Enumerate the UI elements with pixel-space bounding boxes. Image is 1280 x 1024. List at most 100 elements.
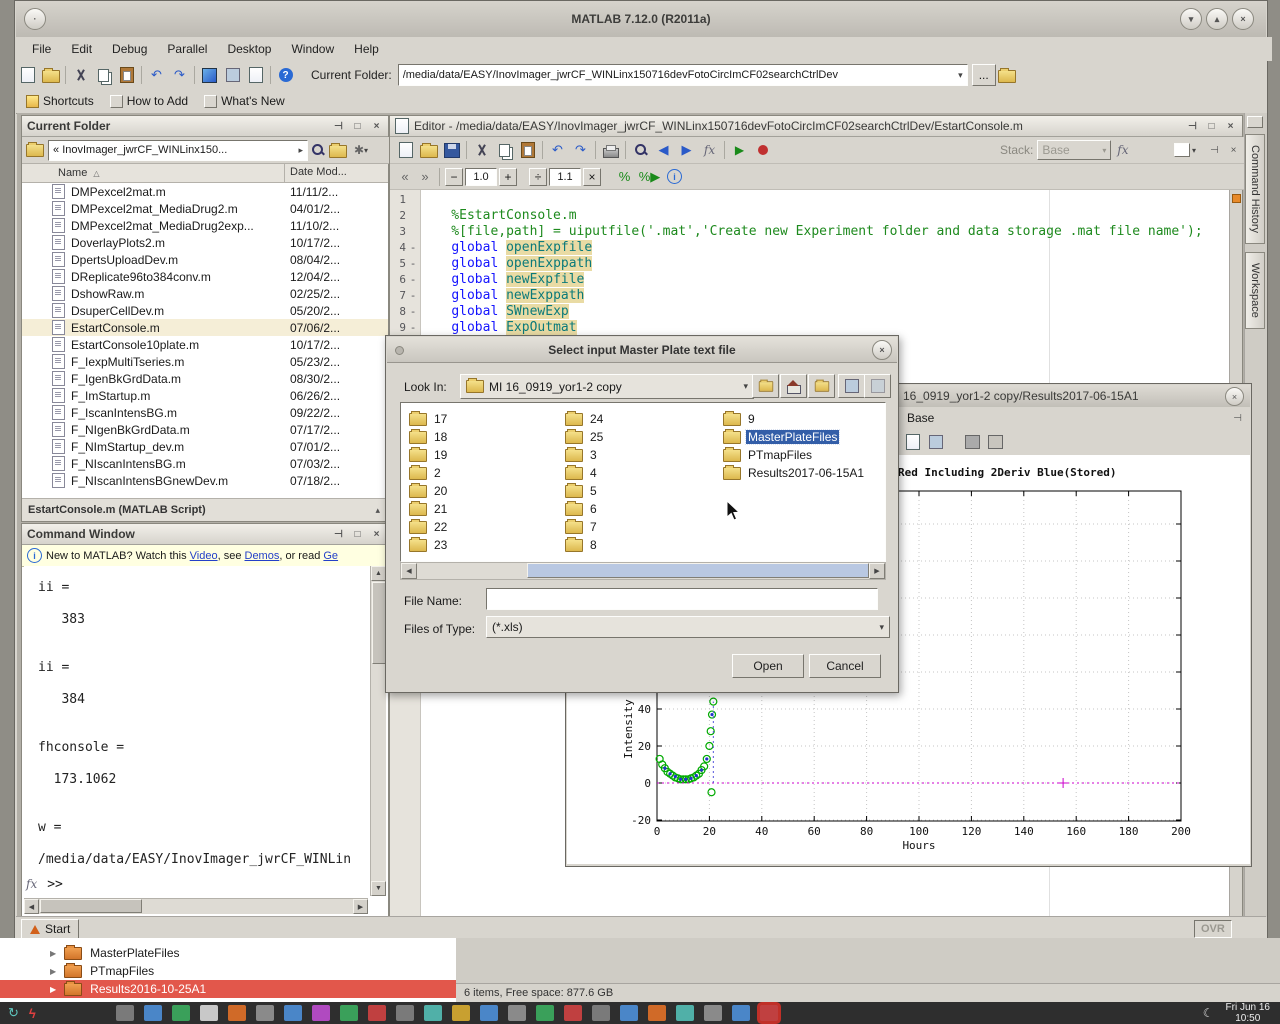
refresh-folder-button[interactable] <box>328 139 348 161</box>
scroll-thumb[interactable] <box>372 582 386 664</box>
file-row[interactable]: F_NImStartup_dev.m07/01/2... <box>22 438 388 455</box>
menu-help[interactable]: Help <box>344 39 389 59</box>
scroll-right-arrow[interactable]: ▶ <box>869 563 885 579</box>
increment-value-field[interactable]: 1.0 <box>465 168 497 186</box>
folder-item[interactable]: 25 <box>565 429 605 445</box>
taskbar-app-icon[interactable] <box>536 1005 554 1021</box>
whats-new-button[interactable]: What's New <box>204 94 285 108</box>
expand-arrow-icon[interactable]: ▶ <box>50 967 56 976</box>
taskbar-app-icon[interactable] <box>340 1005 358 1021</box>
explorer-row[interactable]: ▶MasterPlateFiles <box>0 944 456 962</box>
breakpoints-button[interactable] <box>751 139 774 161</box>
open-file-button[interactable] <box>39 64 62 86</box>
cut-button[interactable] <box>470 139 493 161</box>
undo-button[interactable]: ↶ <box>145 64 168 86</box>
menu-desktop[interactable]: Desktop <box>217 39 281 59</box>
window-titlebar[interactable]: · MATLAB 7.12.0 (R2011a) ▾ ▴ × <box>16 1 1266 38</box>
close-button[interactable]: × <box>1232 8 1254 30</box>
how-to-add-button[interactable]: How to Add <box>110 94 188 108</box>
file-row[interactable]: EstartConsole10plate.m10/17/2... <box>22 336 388 353</box>
chevron-down-icon[interactable]: ▾ <box>958 70 963 81</box>
stack-combo[interactable]: Base ▾ <box>1037 140 1111 160</box>
folder-item[interactable]: 9 <box>723 411 757 427</box>
look-in-combo[interactable]: MI 16_0919_yor1-2 copy ▾ <box>460 374 754 399</box>
go-back-button[interactable]: ◀ <box>652 139 675 161</box>
code-line[interactable]: 3 %[file,path] = uiputfile('.mat','Creat… <box>390 224 1228 240</box>
taskbar-app-icon[interactable] <box>172 1005 190 1021</box>
browse-folder-button[interactable]: ... <box>972 64 996 86</box>
new-script-button[interactable] <box>16 64 39 86</box>
undock-icon[interactable]: ⊣ <box>332 529 345 540</box>
scroll-up-arrow[interactable]: ▲ <box>371 566 386 581</box>
expand-arrow-icon[interactable]: ▶ <box>50 985 56 994</box>
maximize-panel-icon[interactable]: □ <box>351 529 364 540</box>
file-row[interactable]: DMPexcel2mat.m11/11/2... <box>22 183 388 200</box>
actions-menu-button[interactable]: ✱▾ <box>348 139 374 161</box>
folder-item[interactable]: 24 <box>565 411 605 427</box>
folder-item[interactable]: 22 <box>409 519 449 535</box>
alert-icon[interactable]: ϟ <box>29 1006 36 1021</box>
taskbar-app-icon[interactable] <box>620 1005 638 1021</box>
explorer-row[interactable]: ▶PTmapFiles <box>0 962 456 980</box>
eval-cell-button[interactable]: % <box>613 166 636 188</box>
taskbar-app-icon[interactable] <box>704 1005 722 1021</box>
multiply-button[interactable]: × <box>583 168 601 186</box>
taskbar-app-icon[interactable] <box>732 1005 750 1021</box>
function-browser-button[interactable]: fx <box>698 139 721 161</box>
new-folder-button[interactable] <box>808 374 835 398</box>
file-row[interactable]: F_IexpMultiTseries.m05/23/2... <box>22 353 388 370</box>
folder-item[interactable]: 17 <box>409 411 449 427</box>
taskbar-app-icon[interactable] <box>228 1005 246 1021</box>
scroll-left-arrow[interactable]: ◀ <box>24 899 39 914</box>
clock[interactable]: Fri Jun 16 10:50 <box>1226 1002 1270 1024</box>
taskbar-app-icon[interactable] <box>676 1005 694 1021</box>
taskbar-app-icon[interactable] <box>424 1005 442 1021</box>
folder-item[interactable]: 7 <box>565 519 599 535</box>
file-row[interactable]: DsuperCellDev.m05/20/2... <box>22 302 388 319</box>
home-button[interactable] <box>780 374 807 398</box>
cell-info-button[interactable]: i <box>663 166 686 188</box>
code-line[interactable]: 8- global SWnewExp <box>390 304 1228 320</box>
folder-item[interactable]: 5 <box>565 483 599 499</box>
close-panel-icon[interactable]: × <box>370 529 383 540</box>
help-button[interactable]: ? <box>274 64 297 86</box>
sort-ascending-icon[interactable]: △ <box>93 169 99 178</box>
print-button[interactable] <box>599 139 622 161</box>
file-row[interactable]: DpertsUploadDev.m08/04/2... <box>22 251 388 268</box>
taskbar-app-icon[interactable] <box>284 1005 302 1021</box>
expand-arrow-icon[interactable]: ▶ <box>50 949 56 958</box>
explorer-row[interactable]: ▶Results2016-10-25A1 <box>0 980 456 998</box>
up-one-level-button[interactable] <box>752 374 779 398</box>
dock-tab-command-history[interactable]: Command History <box>1245 134 1265 244</box>
dock-tab-workspace[interactable]: Workspace <box>1245 252 1265 329</box>
function-hints-button[interactable]: fx <box>1111 139 1134 161</box>
taskbar-app-icon[interactable] <box>592 1005 610 1021</box>
folder-item[interactable]: MasterPlateFiles <box>723 429 839 445</box>
dialog-horizontal-scrollbar[interactable]: ◀ ▶ <box>400 562 886 580</box>
window-menu-button[interactable]: · <box>24 8 46 30</box>
folder-item[interactable]: 3 <box>565 447 599 463</box>
horizontal-scrollbar[interactable]: ◀ ▶ <box>24 898 368 914</box>
fx-icon[interactable]: fx <box>26 877 37 891</box>
scroll-thumb[interactable] <box>527 563 869 578</box>
increment-button[interactable]: + <box>499 168 517 186</box>
scroll-right-arrow[interactable]: ▶ <box>353 899 368 914</box>
taskbar-app-icon[interactable] <box>200 1005 218 1021</box>
increase-indent-button[interactable]: » <box>416 166 434 188</box>
save-button[interactable] <box>440 139 463 161</box>
menu-file[interactable]: File <box>22 39 61 59</box>
maximize-panel-icon[interactable]: □ <box>351 121 364 132</box>
folder-item[interactable]: 23 <box>409 537 449 553</box>
breadcrumb-expand-icon[interactable]: ▸ <box>298 145 303 156</box>
code-line[interactable]: 1 <box>390 192 1228 208</box>
undock-icon[interactable]: ⊣ <box>332 121 345 132</box>
file-row[interactable]: DoverlayPlots2.m10/17/2... <box>22 234 388 251</box>
scroll-thumb[interactable] <box>40 899 142 913</box>
code-line[interactable]: 9- global ExpOutmat <box>390 320 1228 336</box>
file-name-input[interactable] <box>486 588 878 610</box>
current-folder-header[interactable]: Current Folder ⊣ □ × <box>22 116 388 137</box>
menu-window[interactable]: Window <box>281 39 344 59</box>
taskbar-app-icon[interactable] <box>368 1005 386 1021</box>
open-button[interactable]: Open <box>732 654 804 678</box>
dialog-close-button[interactable]: × <box>872 340 892 360</box>
